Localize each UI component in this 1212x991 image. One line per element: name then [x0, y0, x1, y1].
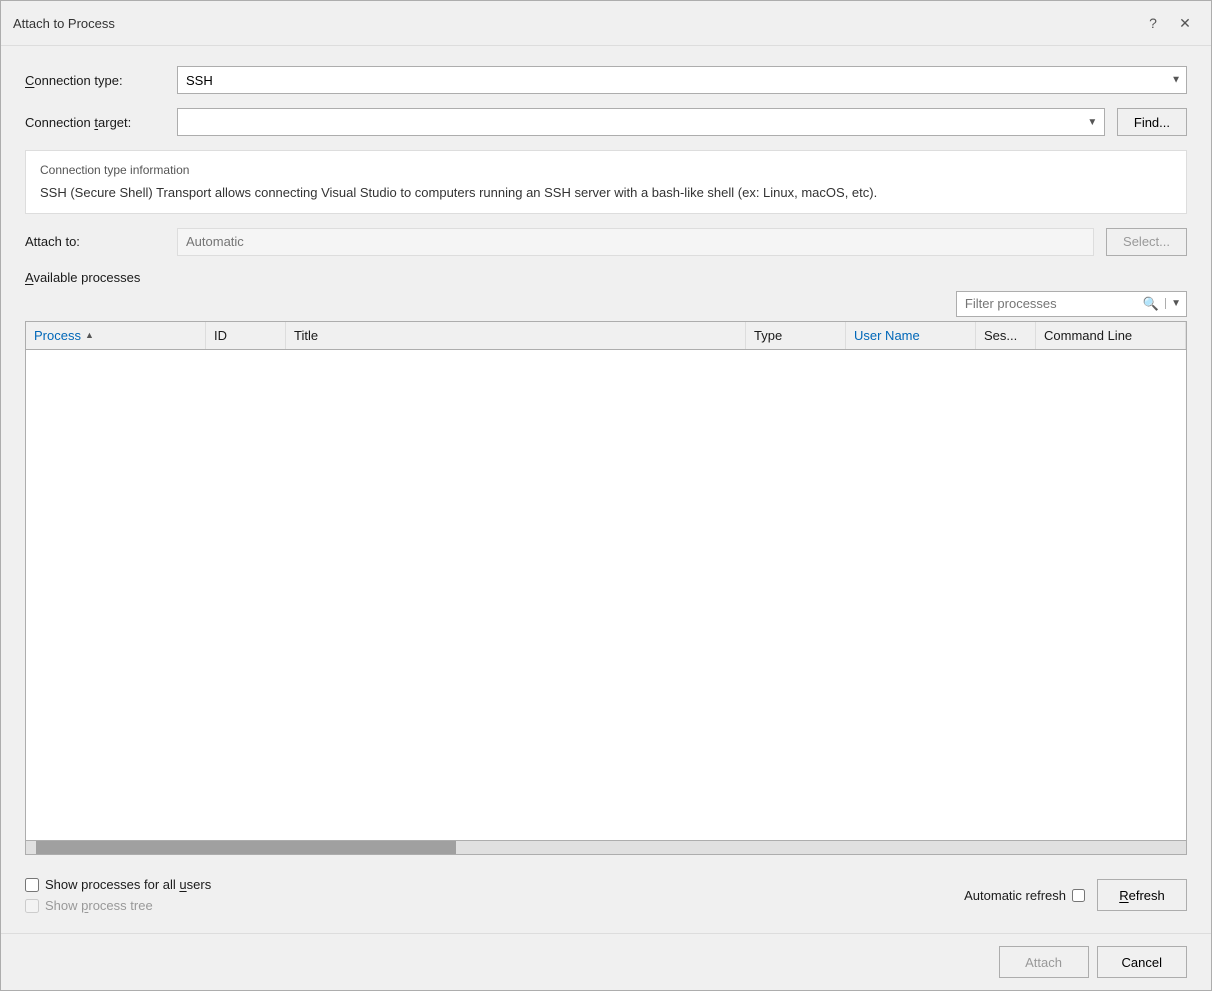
filter-row: Filter processes 🔍 ▼ — [25, 291, 1187, 317]
show-process-tree-label: Show process tree — [45, 898, 153, 913]
right-controls: Automatic refresh Refresh — [964, 879, 1187, 911]
info-box-title: Connection type information — [40, 161, 1172, 179]
attach-to-process-dialog: Attach to Process ? ✕ Connection type: S… — [0, 0, 1212, 991]
attach-to-input — [177, 228, 1094, 256]
column-header-type[interactable]: Type — [746, 322, 846, 349]
column-header-process[interactable]: Process ▲ — [26, 322, 206, 349]
processes-section: Available processes Filter processes 🔍 ▼… — [25, 270, 1187, 856]
dialog-title: Attach to Process — [13, 16, 115, 31]
attach-button[interactable]: Attach — [999, 946, 1089, 978]
filter-input-wrapper: Filter processes 🔍 ▼ — [956, 291, 1187, 317]
bottom-options: Show processes for all users Show proces… — [25, 877, 1187, 913]
connection-target-input[interactable]: demo@172.20.60.6 — [177, 108, 1105, 136]
show-process-tree-checkbox[interactable] — [25, 899, 39, 913]
filter-processes-input[interactable]: Filter processes — [957, 294, 1137, 313]
show-all-users-row: Show processes for all users — [25, 877, 211, 892]
connection-type-select[interactable]: SSH Local Remote — [177, 66, 1187, 94]
checkboxes-group: Show processes for all users Show proces… — [25, 877, 211, 913]
connection-type-select-wrapper: SSH Local Remote ▼ — [177, 66, 1187, 94]
cancel-button[interactable]: Cancel — [1097, 946, 1187, 978]
title-bar-controls: ? ✕ — [1139, 9, 1199, 37]
attach-to-label: Attach to: — [25, 234, 165, 249]
auto-refresh-label: Automatic refresh — [964, 888, 1066, 903]
help-button[interactable]: ? — [1139, 9, 1167, 37]
sort-arrow-icon: ▲ — [85, 330, 94, 340]
info-box-text: SSH (Secure Shell) Transport allows conn… — [40, 183, 1172, 203]
connection-target-row: Connection target: demo@172.20.60.6 ▼ Fi… — [25, 108, 1187, 136]
process-table: Process ▲ ID Title Type User Name — [25, 321, 1187, 856]
show-all-users-checkbox[interactable] — [25, 878, 39, 892]
dialog-footer: Attach Cancel — [1, 933, 1211, 990]
find-button[interactable]: Find... — [1117, 108, 1187, 136]
scrollbar-thumb[interactable] — [36, 841, 456, 855]
horizontal-scrollbar[interactable] — [26, 840, 1186, 854]
refresh-button[interactable]: Refresh — [1097, 879, 1187, 911]
search-icon: 🔍 — [1137, 296, 1165, 312]
connection-info-box: Connection type information SSH (Secure … — [25, 150, 1187, 214]
table-body — [26, 350, 1186, 841]
connection-target-combo: demo@172.20.60.6 ▼ — [177, 108, 1105, 136]
column-header-title[interactable]: Title — [286, 322, 746, 349]
close-button[interactable]: ✕ — [1171, 9, 1199, 37]
connection-type-label: Connection type: — [25, 73, 165, 88]
connection-target-label: Connection target: — [25, 115, 165, 130]
auto-refresh-row: Automatic refresh — [964, 888, 1085, 903]
column-header-cmdline[interactable]: Command Line — [1036, 322, 1186, 349]
dialog-body: Connection type: SSH Local Remote ▼ Conn… — [1, 46, 1211, 933]
column-header-username[interactable]: User Name — [846, 322, 976, 349]
auto-refresh-checkbox[interactable] — [1072, 889, 1085, 902]
attach-to-row: Attach to: Select... — [25, 228, 1187, 256]
select-button[interactable]: Select... — [1106, 228, 1187, 256]
show-all-users-label: Show processes for all users — [45, 877, 211, 892]
table-header: Process ▲ ID Title Type User Name — [26, 322, 1186, 350]
column-header-id[interactable]: ID — [206, 322, 286, 349]
connection-type-row: Connection type: SSH Local Remote ▼ — [25, 66, 1187, 94]
show-process-tree-row: Show process tree — [25, 898, 211, 913]
title-bar: Attach to Process ? ✕ — [1, 1, 1211, 46]
connection-target-dropdown-button[interactable]: ▼ — [1081, 108, 1105, 136]
available-processes-label: Available processes — [25, 270, 1187, 285]
column-header-session[interactable]: Ses... — [976, 322, 1036, 349]
filter-dropdown-button[interactable]: ▼ — [1165, 298, 1186, 309]
